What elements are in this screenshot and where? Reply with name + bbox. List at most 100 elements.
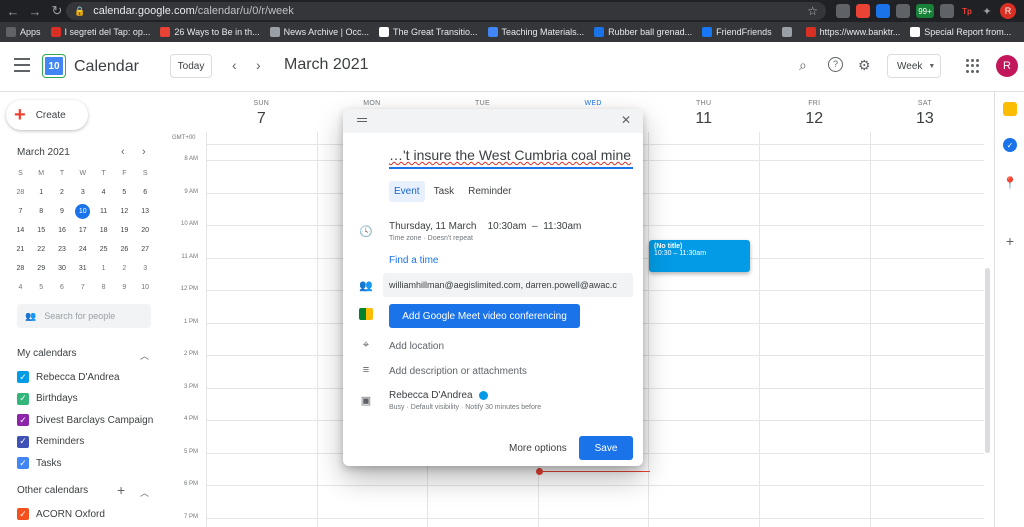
mini-day[interactable]: 28 bbox=[10, 183, 31, 202]
mini-day[interactable]: 7 bbox=[72, 278, 93, 297]
collapse-icon[interactable]: ︿ bbox=[140, 486, 149, 499]
forward-icon[interactable]: → bbox=[26, 2, 44, 20]
mini-day[interactable]: 27 bbox=[135, 240, 156, 259]
checkbox-checked-icon[interactable]: ✓ bbox=[17, 371, 29, 383]
main-menu-icon[interactable] bbox=[14, 58, 30, 72]
mini-day[interactable]: 2 bbox=[114, 259, 135, 278]
add-addon-icon[interactable]: + bbox=[1003, 233, 1017, 249]
event-end[interactable]: 11:30am bbox=[543, 221, 581, 232]
checkbox-checked-icon[interactable]: ✓ bbox=[17, 435, 29, 448]
event-title-input[interactable]: …'t insure the West Cumbria coal mine bbox=[389, 147, 633, 169]
view-selector[interactable]: Week ▼ bbox=[887, 54, 941, 78]
bookmark-item[interactable]: Special Report from... bbox=[910, 27, 1011, 37]
grid-scrollbar[interactable] bbox=[985, 268, 990, 453]
browser-profile-avatar[interactable]: R bbox=[1000, 3, 1016, 19]
bookmark-item[interactable]: I segreti del Tap: op... bbox=[50, 27, 150, 37]
calendar-event[interactable]: (No title) 10:30 – 11:30am bbox=[649, 240, 750, 272]
add-description-field[interactable]: Add description or attachments bbox=[389, 366, 527, 377]
other-calendars-title[interactable]: Other calendars bbox=[17, 485, 88, 496]
search-icon[interactable]: ⌕ bbox=[799, 57, 807, 74]
calendar-list-item[interactable]: ✓ ACORN Oxford bbox=[17, 508, 105, 520]
mini-day[interactable]: 3 bbox=[135, 259, 156, 278]
calendar-list-item[interactable]: ✓ Divest Barclays Campaign bbox=[17, 414, 153, 426]
maps-icon[interactable]: 📍 bbox=[1003, 176, 1017, 190]
puzzle-icon[interactable]: ✦ bbox=[980, 4, 994, 18]
mini-day[interactable]: 13 bbox=[135, 202, 156, 221]
save-button[interactable]: Save bbox=[579, 436, 633, 460]
calendar-list-item[interactable]: ✓ Reminders bbox=[17, 435, 84, 448]
reload-icon[interactable]: ↻ bbox=[48, 2, 66, 20]
address-bar[interactable]: 🔒 calendar.google.com/calendar/u/0/r/wee… bbox=[66, 2, 826, 20]
tasks-icon[interactable]: ✓ bbox=[1003, 138, 1017, 152]
mini-day[interactable]: 22 bbox=[31, 240, 52, 259]
mini-day[interactable]: 4 bbox=[10, 278, 31, 297]
mini-day[interactable]: 12 bbox=[114, 202, 135, 221]
prev-week-icon[interactable]: ‹ bbox=[232, 57, 237, 73]
mini-day[interactable]: 1 bbox=[93, 259, 114, 278]
mini-day[interactable]: 2 bbox=[52, 183, 73, 202]
bookmark-item[interactable]: The Great Transitio... bbox=[378, 27, 478, 37]
find-time-link[interactable]: Find a time bbox=[389, 255, 438, 266]
checkbox-checked-icon[interactable]: ✓ bbox=[17, 457, 29, 469]
mini-day[interactable]: 6 bbox=[52, 278, 73, 297]
event-start[interactable]: 10:30am bbox=[488, 221, 527, 232]
event-date[interactable]: Thursday, 11 March bbox=[389, 221, 476, 232]
bookmark-item[interactable]: News Archive | Occ... bbox=[269, 27, 369, 37]
google-apps-icon[interactable] bbox=[966, 59, 980, 73]
collapse-icon[interactable]: ︿ bbox=[140, 349, 149, 362]
day-number[interactable]: 12 bbox=[759, 110, 870, 128]
mini-day[interactable]: 29 bbox=[31, 259, 52, 278]
mini-day-today[interactable]: 10 bbox=[72, 202, 93, 221]
mini-day[interactable]: 5 bbox=[31, 278, 52, 297]
calendar-list-item[interactable]: ✓ Rebecca D'Andrea bbox=[17, 371, 120, 383]
extension-icon[interactable] bbox=[940, 4, 954, 18]
more-options-button[interactable]: More options bbox=[509, 443, 567, 454]
my-calendars-title[interactable]: My calendars bbox=[17, 348, 76, 359]
checkbox-checked-icon[interactable]: ✓ bbox=[17, 508, 29, 520]
add-meet-button[interactable]: Add Google Meet video conferencing bbox=[389, 304, 580, 328]
mini-prev-icon[interactable]: ‹ bbox=[121, 146, 125, 158]
back-icon[interactable]: ← bbox=[4, 2, 22, 20]
mini-day[interactable]: 4 bbox=[93, 183, 114, 202]
bookmark-item[interactable]: https://www.banktr... bbox=[805, 27, 900, 37]
drag-handle-icon[interactable] bbox=[357, 118, 367, 124]
calendar-list-item[interactable]: ✓ Tasks bbox=[17, 457, 62, 469]
account-avatar[interactable]: R bbox=[996, 55, 1018, 77]
mini-day[interactable]: 24 bbox=[72, 240, 93, 259]
bookmark-item[interactable] bbox=[781, 27, 796, 37]
mini-day[interactable]: 20 bbox=[135, 221, 156, 240]
mini-day[interactable]: 30 bbox=[52, 259, 73, 278]
search-people-input[interactable]: 👥 Search for people bbox=[17, 304, 151, 328]
owner-calendar[interactable]: Rebecca D'Andrea bbox=[389, 390, 488, 401]
extension-icon[interactable] bbox=[896, 4, 910, 18]
mini-day[interactable]: 8 bbox=[93, 278, 114, 297]
extension-icon[interactable] bbox=[856, 4, 870, 18]
checkbox-checked-icon[interactable]: ✓ bbox=[17, 414, 29, 426]
extension-icon[interactable]: Tp bbox=[960, 4, 974, 18]
day-header[interactable]: THU 11 bbox=[648, 92, 759, 128]
help-icon[interactable]: ? bbox=[828, 57, 843, 72]
mini-day[interactable]: 23 bbox=[52, 240, 73, 259]
mini-day[interactable]: 1 bbox=[31, 183, 52, 202]
event-datetime[interactable]: Thursday, 11 March 10:30am – 11:30am bbox=[389, 221, 581, 232]
mini-day[interactable]: 18 bbox=[93, 221, 114, 240]
mini-day[interactable]: 3 bbox=[72, 183, 93, 202]
mini-day[interactable]: 8 bbox=[31, 202, 52, 221]
mini-day[interactable]: 10 bbox=[135, 278, 156, 297]
guests-input[interactable]: williamhillman@aegislimited.com, darren.… bbox=[383, 273, 633, 297]
day-number[interactable]: 11 bbox=[648, 110, 759, 128]
extension-badge[interactable]: 99+ bbox=[916, 4, 934, 18]
mini-day[interactable]: 19 bbox=[114, 221, 135, 240]
mini-day[interactable]: 14 bbox=[10, 221, 31, 240]
tab-task[interactable]: Task bbox=[429, 181, 460, 202]
mini-day[interactable]: 25 bbox=[93, 240, 114, 259]
day-header[interactable]: SAT 13 bbox=[870, 92, 981, 128]
mini-day[interactable]: 17 bbox=[72, 221, 93, 240]
mini-day[interactable]: 6 bbox=[135, 183, 156, 202]
mini-day[interactable]: 9 bbox=[52, 202, 73, 221]
today-button[interactable]: Today bbox=[170, 54, 212, 78]
bookmark-item[interactable]: 26 Ways to Be in th... bbox=[160, 27, 260, 37]
owner-meta[interactable]: Busy · Default visibility · Notify 30 mi… bbox=[389, 404, 541, 411]
mini-day[interactable]: 28 bbox=[10, 259, 31, 278]
bookmark-item[interactable]: Apps bbox=[6, 27, 41, 37]
